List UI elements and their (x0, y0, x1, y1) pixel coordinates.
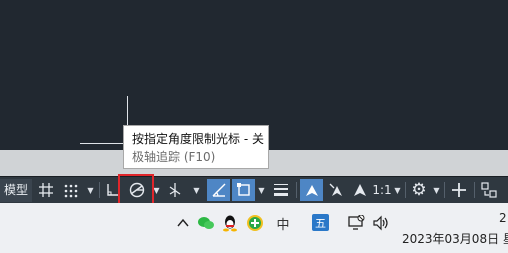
autoscale-icon[interactable] (326, 179, 348, 201)
workspace-dropdown-icon[interactable]: ▼ (432, 182, 441, 198)
status-bar: 模型 ▼ ▼ ▼ ▼ 1:1 ▼ ⚙ ▼ (0, 176, 508, 203)
model-tab[interactable]: 模型 (0, 179, 32, 202)
green-plus-app-icon[interactable] (246, 214, 264, 232)
isodraft-dropdown-icon[interactable]: ▼ (192, 182, 201, 198)
annotation-scale-icon[interactable] (350, 179, 370, 201)
clock-time[interactable]: 2 (499, 211, 507, 225)
polar-tracking-tooltip: 按指定角度限制光标 - 关 极轴追踪 (F10) (123, 125, 269, 169)
speaker-icon[interactable] (372, 214, 390, 232)
grid-icon[interactable] (36, 179, 56, 201)
units-icon[interactable] (478, 179, 500, 201)
divider (405, 182, 406, 198)
plus-icon[interactable] (448, 179, 470, 201)
ime-chinese-label[interactable]: 中 (274, 214, 292, 233)
divider (296, 182, 297, 198)
divider (99, 182, 100, 198)
otrack-icon[interactable] (207, 179, 230, 201)
annotation-visibility-icon[interactable] (300, 179, 323, 201)
osnap-icon[interactable] (232, 179, 255, 201)
scale-label[interactable]: 1:1 (372, 179, 391, 201)
snap-dots-icon[interactable] (60, 179, 82, 201)
ime-wubi-icon[interactable]: 五 (312, 214, 329, 231)
isodraft-icon[interactable] (165, 179, 185, 201)
osnap-dropdown-icon[interactable]: ▼ (257, 182, 266, 198)
tooltip-subtitle: 极轴追踪 (F10) (132, 150, 216, 164)
divider (444, 182, 445, 198)
divider (474, 182, 475, 198)
qq-icon[interactable] (221, 214, 239, 232)
snap-dropdown-icon[interactable]: ▼ (86, 182, 95, 198)
windows-taskbar: 中 五 2 2023年03月08日 星 (0, 203, 508, 253)
tooltip-title: 按指定角度限制光标 - 关 (132, 132, 264, 146)
crosshair-horizontal (80, 143, 127, 144)
network-icon[interactable] (347, 214, 365, 232)
lineweight-icon[interactable] (270, 179, 292, 201)
scale-dropdown-icon[interactable]: ▼ (393, 182, 402, 198)
wechat-icon[interactable] (197, 214, 215, 232)
workspace-gear-icon[interactable]: ⚙ (409, 179, 429, 201)
chevron-up-icon[interactable] (174, 214, 192, 232)
polar-tracking-highlight-box (118, 174, 154, 205)
clock-date[interactable]: 2023年03月08日 星 (402, 230, 508, 247)
